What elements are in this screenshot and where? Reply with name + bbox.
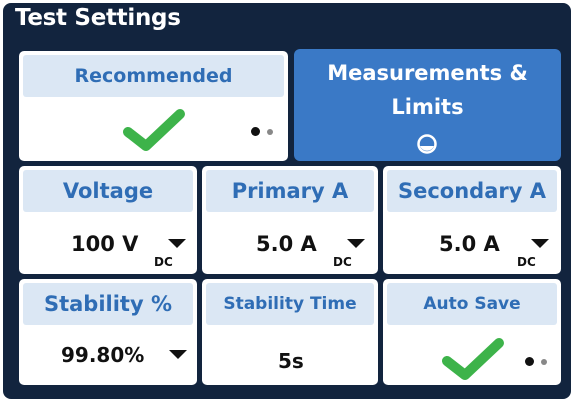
stability-dropdown-caret[interactable] <box>169 350 187 359</box>
panel-title: Test Settings <box>15 5 181 31</box>
recommended-header: Recommended <box>23 55 284 97</box>
secondary-a-value: 5.0 A <box>439 232 500 256</box>
secondary-a-header: Secondary A <box>387 170 557 212</box>
voltage-header: Voltage <box>23 170 193 212</box>
page-dot-active <box>525 357 534 366</box>
recommended-card[interactable]: Recommended <box>19 51 288 161</box>
voltage-label: Voltage <box>62 179 154 203</box>
stability-time-header: Stability Time <box>206 283 374 325</box>
stability-time-card[interactable]: Stability Time 5s <box>202 279 378 385</box>
check-icon <box>123 109 185 151</box>
secondary-a-unit: DC <box>517 255 536 269</box>
auto-save-header: Auto Save <box>387 283 557 325</box>
stability-time-label: Stability Time <box>223 294 357 314</box>
stability-label: Stability % <box>43 292 173 316</box>
voltage-unit: DC <box>154 255 173 269</box>
secondary-a-card[interactable]: Secondary A 5.0 A DC <box>383 166 561 274</box>
page-dot-active <box>251 127 260 136</box>
voltage-dropdown-caret[interactable] <box>168 239 186 248</box>
primary-a-label: Primary A <box>231 179 349 203</box>
primary-a-unit: DC <box>333 255 352 269</box>
secondary-a-label: Secondary A <box>397 179 546 203</box>
check-icon <box>442 338 504 380</box>
measurements-limits-button[interactable]: Measurements & Limits <box>294 49 561 161</box>
stability-header: Stability % <box>23 283 193 325</box>
stability-time-value: 5s <box>278 349 304 373</box>
voltage-value: 100 V <box>71 232 139 256</box>
auto-save-card[interactable]: Auto Save <box>383 279 561 385</box>
page-dot-inactive <box>267 129 273 135</box>
page-dot-inactive <box>541 359 547 365</box>
primary-a-card[interactable]: Primary A 5.0 A DC <box>202 166 378 274</box>
recommended-label: Recommended <box>74 65 233 87</box>
secondary-a-dropdown-caret[interactable] <box>531 239 549 248</box>
stability-value: 99.80% <box>61 343 145 367</box>
test-settings-panel: Test Settings Recommended Measurements &… <box>3 3 571 399</box>
primary-a-dropdown-caret[interactable] <box>347 239 365 248</box>
primary-a-header: Primary A <box>206 170 374 212</box>
primary-a-value: 5.0 A <box>256 232 317 256</box>
voltage-card[interactable]: Voltage 100 V DC <box>19 166 197 274</box>
auto-save-label: Auto Save <box>423 294 521 314</box>
measurements-label-line1: Measurements & <box>327 61 528 85</box>
stability-card[interactable]: Stability % 99.80% <box>19 279 197 385</box>
measurements-label-line2: Limits <box>391 95 464 119</box>
spinner-icon <box>417 134 437 154</box>
